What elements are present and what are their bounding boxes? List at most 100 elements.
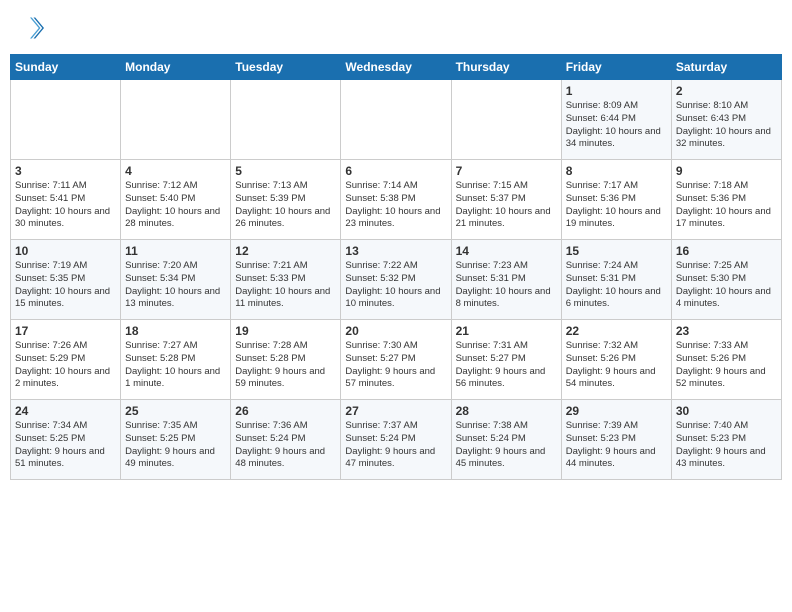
day-number: 5	[235, 164, 336, 178]
calendar-cell: 11 Sunrise: 7:20 AM Sunset: 5:34 PM Dayli…	[121, 240, 231, 320]
calendar-cell: 22Sunrise: 7:32 AM Sunset: 5:26 PM Dayli…	[561, 320, 671, 400]
calendar-cell: 6Sunrise: 7:14 AM Sunset: 5:38 PM Daylig…	[341, 160, 451, 240]
day-number: 29	[566, 404, 667, 418]
day-number: 15	[566, 244, 667, 258]
calendar-cell: 12 Sunrise: 7:21 AM Sunset: 5:33 PM Dayli…	[231, 240, 341, 320]
calendar-cell: 8 Sunrise: 7:17 AM Sunset: 5:36 PM Daylig…	[561, 160, 671, 240]
day-number: 11	[125, 244, 226, 258]
day-info: Sunrise: 8:10 AM Sunset: 6:43 PM Dayligh…	[676, 100, 777, 151]
day-number: 23	[676, 324, 777, 338]
day-number: 18	[125, 324, 226, 338]
calendar-cell: 30 Sunrise: 7:40 AM Sunset: 5:23 PM Dayli…	[671, 400, 781, 480]
calendar-cell: 23 Sunrise: 7:33 AM Sunset: 5:26 PM Dayli…	[671, 320, 781, 400]
day-info: Sunrise: 7:21 AM Sunset: 5:33 PM Dayligh…	[235, 260, 336, 311]
day-info: Sunrise: 7:22 AM Sunset: 5:32 PM Dayligh…	[345, 260, 446, 311]
weekday-header: Monday	[121, 55, 231, 80]
calendar-cell: 16 Sunrise: 7:25 AM Sunset: 5:30 PM Dayli…	[671, 240, 781, 320]
day-number: 13	[345, 244, 446, 258]
day-info: Sunrise: 7:33 AM Sunset: 5:26 PM Dayligh…	[676, 340, 777, 391]
day-info: Sunrise: 7:26 AM Sunset: 5:29 PM Dayligh…	[15, 340, 116, 391]
day-number: 7	[456, 164, 557, 178]
day-info: Sunrise: 7:25 AM Sunset: 5:30 PM Dayligh…	[676, 260, 777, 311]
calendar-cell: 18 Sunrise: 7:27 AM Sunset: 5:28 PM Dayli…	[121, 320, 231, 400]
day-info: Sunrise: 7:20 AM Sunset: 5:34 PM Dayligh…	[125, 260, 226, 311]
calendar-cell	[11, 80, 121, 160]
calendar-cell	[451, 80, 561, 160]
calendar-cell: 1Sunrise: 8:09 AM Sunset: 6:44 PM Daylig…	[561, 80, 671, 160]
day-number: 2	[676, 84, 777, 98]
calendar-cell: 14 Sunrise: 7:23 AM Sunset: 5:31 PM Dayli…	[451, 240, 561, 320]
day-info: Sunrise: 7:36 AM Sunset: 5:24 PM Dayligh…	[235, 420, 336, 471]
calendar-cell: 7 Sunrise: 7:15 AM Sunset: 5:37 PM Daylig…	[451, 160, 561, 240]
day-info: Sunrise: 7:14 AM Sunset: 5:38 PM Dayligh…	[345, 180, 446, 231]
calendar-cell	[121, 80, 231, 160]
calendar-week-row: 1Sunrise: 8:09 AM Sunset: 6:44 PM Daylig…	[11, 80, 782, 160]
logo-icon	[16, 14, 44, 42]
weekday-header: Friday	[561, 55, 671, 80]
calendar-week-row: 3Sunrise: 7:11 AM Sunset: 5:41 PM Daylig…	[11, 160, 782, 240]
day-number: 28	[456, 404, 557, 418]
calendar-cell: 9 Sunrise: 7:18 AM Sunset: 5:36 PM Daylig…	[671, 160, 781, 240]
day-number: 30	[676, 404, 777, 418]
calendar-cell: 26 Sunrise: 7:36 AM Sunset: 5:24 PM Dayli…	[231, 400, 341, 480]
calendar-cell: 19 Sunrise: 7:28 AM Sunset: 5:28 PM Dayli…	[231, 320, 341, 400]
day-info: Sunrise: 7:32 AM Sunset: 5:26 PM Dayligh…	[566, 340, 667, 391]
day-info: Sunrise: 7:39 AM Sunset: 5:23 PM Dayligh…	[566, 420, 667, 471]
calendar-week-row: 10 Sunrise: 7:19 AM Sunset: 5:35 PM Dayli…	[11, 240, 782, 320]
day-info: Sunrise: 8:09 AM Sunset: 6:44 PM Dayligh…	[566, 100, 667, 151]
day-number: 4	[125, 164, 226, 178]
day-info: Sunrise: 7:13 AM Sunset: 5:39 PM Dayligh…	[235, 180, 336, 231]
calendar-cell: 29 Sunrise: 7:39 AM Sunset: 5:23 PM Dayli…	[561, 400, 671, 480]
calendar-header: SundayMondayTuesdayWednesdayThursdayFrid…	[11, 55, 782, 80]
day-info: Sunrise: 7:24 AM Sunset: 5:31 PM Dayligh…	[566, 260, 667, 311]
calendar-cell: 21Sunrise: 7:31 AM Sunset: 5:27 PM Dayli…	[451, 320, 561, 400]
calendar-table: SundayMondayTuesdayWednesdayThursdayFrid…	[10, 54, 782, 480]
calendar-cell: 27Sunrise: 7:37 AM Sunset: 5:24 PM Dayli…	[341, 400, 451, 480]
weekday-header: Saturday	[671, 55, 781, 80]
day-info: Sunrise: 7:38 AM Sunset: 5:24 PM Dayligh…	[456, 420, 557, 471]
day-number: 16	[676, 244, 777, 258]
calendar-cell: 25Sunrise: 7:35 AM Sunset: 5:25 PM Dayli…	[121, 400, 231, 480]
calendar-cell: 10 Sunrise: 7:19 AM Sunset: 5:35 PM Dayli…	[11, 240, 121, 320]
logo	[16, 14, 48, 42]
calendar-cell: 3Sunrise: 7:11 AM Sunset: 5:41 PM Daylig…	[11, 160, 121, 240]
page-header	[10, 10, 782, 46]
day-number: 8	[566, 164, 667, 178]
day-info: Sunrise: 7:12 AM Sunset: 5:40 PM Dayligh…	[125, 180, 226, 231]
day-number: 14	[456, 244, 557, 258]
calendar-cell	[231, 80, 341, 160]
weekday-header: Wednesday	[341, 55, 451, 80]
calendar-cell: 5 Sunrise: 7:13 AM Sunset: 5:39 PM Daylig…	[231, 160, 341, 240]
calendar-cell: 2 Sunrise: 8:10 AM Sunset: 6:43 PM Daylig…	[671, 80, 781, 160]
day-info: Sunrise: 7:18 AM Sunset: 5:36 PM Dayligh…	[676, 180, 777, 231]
calendar-cell: 17 Sunrise: 7:26 AM Sunset: 5:29 PM Dayli…	[11, 320, 121, 400]
day-info: Sunrise: 7:27 AM Sunset: 5:28 PM Dayligh…	[125, 340, 226, 391]
day-number: 27	[345, 404, 446, 418]
day-number: 3	[15, 164, 116, 178]
day-info: Sunrise: 7:31 AM Sunset: 5:27 PM Dayligh…	[456, 340, 557, 391]
day-info: Sunrise: 7:28 AM Sunset: 5:28 PM Dayligh…	[235, 340, 336, 391]
day-info: Sunrise: 7:30 AM Sunset: 5:27 PM Dayligh…	[345, 340, 446, 391]
day-number: 10	[15, 244, 116, 258]
day-info: Sunrise: 7:23 AM Sunset: 5:31 PM Dayligh…	[456, 260, 557, 311]
day-number: 20	[345, 324, 446, 338]
weekday-header: Sunday	[11, 55, 121, 80]
day-info: Sunrise: 7:15 AM Sunset: 5:37 PM Dayligh…	[456, 180, 557, 231]
day-number: 9	[676, 164, 777, 178]
weekday-header: Thursday	[451, 55, 561, 80]
day-info: Sunrise: 7:17 AM Sunset: 5:36 PM Dayligh…	[566, 180, 667, 231]
calendar-cell: 20 Sunrise: 7:30 AM Sunset: 5:27 PM Dayli…	[341, 320, 451, 400]
day-info: Sunrise: 7:40 AM Sunset: 5:23 PM Dayligh…	[676, 420, 777, 471]
day-info: Sunrise: 7:35 AM Sunset: 5:25 PM Dayligh…	[125, 420, 226, 471]
calendar-cell: 24Sunrise: 7:34 AM Sunset: 5:25 PM Dayli…	[11, 400, 121, 480]
calendar-cell: 13 Sunrise: 7:22 AM Sunset: 5:32 PM Dayli…	[341, 240, 451, 320]
day-number: 26	[235, 404, 336, 418]
day-number: 19	[235, 324, 336, 338]
day-info: Sunrise: 7:19 AM Sunset: 5:35 PM Dayligh…	[15, 260, 116, 311]
day-number: 12	[235, 244, 336, 258]
calendar-cell: 28 Sunrise: 7:38 AM Sunset: 5:24 PM Dayli…	[451, 400, 561, 480]
calendar-week-row: 24Sunrise: 7:34 AM Sunset: 5:25 PM Dayli…	[11, 400, 782, 480]
day-number: 24	[15, 404, 116, 418]
calendar-cell: 15 Sunrise: 7:24 AM Sunset: 5:31 PM Dayli…	[561, 240, 671, 320]
day-number: 17	[15, 324, 116, 338]
